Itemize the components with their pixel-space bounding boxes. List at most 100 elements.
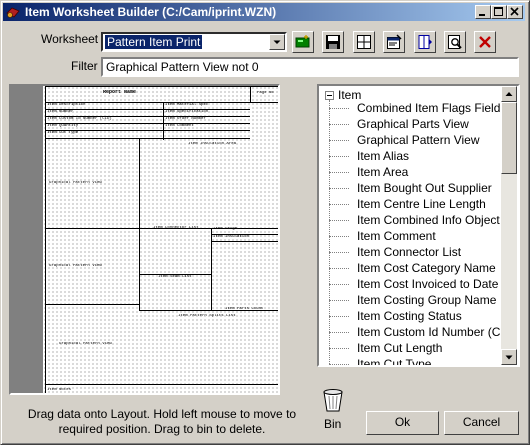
bin-icon[interactable] — [320, 387, 346, 413]
layout-field[interactable]: Item Insulation Area — [188, 142, 236, 147]
tree-item-label: Combined Item Flags Field — [357, 101, 501, 115]
minimize-button[interactable] — [475, 5, 491, 19]
minimize-icon — [479, 14, 485, 16]
tree-item-label: Item Cost Category Name — [357, 261, 496, 275]
print-preview-icon — [448, 35, 462, 49]
tree-item[interactable]: Item Costing Group Name — [329, 293, 496, 309]
tree-item-label: Graphical Parts View — [357, 117, 469, 131]
tree-scrollbar[interactable] — [501, 86, 517, 365]
tree-root-label: Item — [338, 88, 362, 102]
new-worksheet-icon — [295, 35, 310, 48]
delete-icon — [479, 36, 491, 48]
worksheet-label: Worksheet — [41, 32, 99, 46]
chevron-down-icon — [273, 40, 281, 44]
tree-item[interactable]: Item Bought Out Supplier — [329, 181, 492, 197]
title-bar[interactable]: Item Worksheet Builder (C:/Cam/iprint.WZ… — [3, 3, 525, 21]
scroll-down-button[interactable] — [501, 349, 517, 365]
app-icon — [6, 7, 20, 18]
layout-field[interactable]: Item Parts Count — [225, 307, 263, 312]
tree-item[interactable]: Item Costing Status — [329, 309, 462, 325]
layout-page-number[interactable]: Page No — [257, 91, 274, 96]
tree-item[interactable]: Item Custom Id Number (CID) — [329, 325, 516, 341]
window-title: Item Worksheet Builder (C:/Cam/iprint.WZ… — [25, 5, 277, 19]
collapse-icon[interactable] — [325, 91, 334, 101]
properties-button[interactable] — [383, 31, 405, 53]
tree-item-label: Item Area — [357, 165, 409, 179]
layout-field[interactable]: Graphical Pattern View — [49, 181, 102, 186]
tree-item[interactable]: Item Alias — [329, 149, 409, 165]
layout-canvas[interactable]: Report Name Page No Item Description Ite… — [9, 84, 280, 395]
tree-item-label: Item Bought Out Supplier — [357, 181, 492, 195]
bin-label: Bin — [324, 417, 342, 431]
layout-field[interactable]: Item Notes — [47, 388, 71, 393]
tree-item-label: Item Costing Status — [357, 309, 462, 323]
layout-field[interactable]: Graphical Pattern View — [59, 342, 112, 347]
maximize-icon — [494, 7, 503, 16]
layout-field[interactable]: Item Cut Type — [47, 131, 78, 136]
data-tree[interactable]: Item Combined Item Flags Field Graphical… — [317, 84, 520, 367]
tree-item[interactable]: Graphical Parts View — [329, 117, 469, 133]
columns-button[interactable] — [414, 31, 436, 53]
tree-item[interactable]: Graphical Pattern View — [329, 133, 480, 149]
tree-item-label: Item Connector List — [357, 245, 462, 259]
tree-item-label: Item Centre Line Length — [357, 197, 486, 211]
arrow-up-icon — [505, 92, 513, 96]
tree-root-item[interactable]: Item — [325, 88, 361, 102]
layout-field[interactable]: Item Specification — [165, 110, 208, 115]
help-text: Drag data onto Layout. Hold left mouse t… — [27, 407, 297, 436]
layout-field[interactable]: Graphical Pattern View — [49, 264, 102, 269]
layout-field[interactable]: Item Description — [47, 103, 85, 108]
layout-grid-icon — [357, 35, 371, 49]
tree-item[interactable]: Item Centre Line Length — [329, 197, 486, 213]
save-button[interactable] — [322, 31, 344, 53]
tree-item-label: Item Cut Type — [357, 357, 432, 367]
tree-item[interactable]: Item Cost Invoiced to Date — [329, 277, 498, 293]
layout-page[interactable]: Report Name Page No Item Description Ite… — [43, 86, 278, 393]
tree-item-label: Item Custom Id Number (CID) — [357, 325, 517, 339]
layout-grid-button[interactable] — [353, 31, 375, 53]
tree-item[interactable]: Item Combined Info Object — [329, 213, 500, 229]
layout-field[interactable]: Item Pattern Splits List — [178, 314, 236, 319]
arrow-down-icon — [505, 355, 513, 360]
layout-field[interactable]: Item Insulation — [213, 235, 249, 240]
tree-item[interactable]: Item Cut Length — [329, 341, 442, 357]
worksheet-select[interactable]: Pattern Item Print — [101, 32, 287, 52]
save-icon — [326, 35, 340, 49]
cancel-button[interactable]: Cancel — [444, 411, 519, 435]
tree-item-label: Item Costing Group Name — [357, 293, 497, 307]
print-preview-button[interactable] — [444, 31, 466, 53]
layout-field[interactable]: Item Seam List — [158, 275, 192, 280]
tree-item[interactable]: Item Connector List — [329, 245, 461, 261]
layout-field[interactable]: Item Gauge — [213, 227, 237, 232]
layout-field[interactable]: Item Quantity — [47, 124, 78, 129]
filter-label: Filter — [71, 59, 98, 73]
ok-button[interactable]: Ok — [366, 411, 439, 435]
scroll-up-button[interactable] — [501, 86, 517, 102]
new-worksheet-button[interactable] — [292, 31, 314, 53]
close-icon — [510, 7, 519, 16]
tree-item-label: Item Cost Invoiced to Date — [357, 277, 499, 291]
tree-item-label: Graphical Pattern View — [357, 133, 480, 147]
worksheet-selected-value: Pattern Item Print — [105, 35, 203, 49]
filter-input[interactable]: Graphical Pattern View not 0 — [101, 57, 519, 77]
tree-item[interactable]: Item Comment — [329, 229, 436, 245]
tree-item[interactable]: Item Cut Type — [329, 357, 432, 367]
scroll-thumb[interactable] — [501, 102, 517, 174]
tree-item[interactable]: Item Area — [329, 165, 408, 181]
tree-item[interactable]: Item Cost Category Name — [329, 261, 496, 277]
layout-field[interactable]: Item Connector List — [153, 226, 199, 231]
delete-button[interactable] — [474, 31, 496, 53]
layout-field[interactable]: Item Comment — [165, 124, 194, 129]
tree-item-label: Item Alias — [357, 149, 410, 163]
worksheet-dropdown-button[interactable] — [269, 34, 285, 50]
tree-item[interactable]: Combined Item Flags Field — [329, 101, 500, 117]
layout-field[interactable]: Item Number — [47, 110, 73, 115]
maximize-button[interactable] — [491, 5, 507, 19]
layout-field[interactable]: Item Custom Id Number (CID) — [47, 117, 112, 122]
tree-item-label: Item Comment — [357, 229, 436, 243]
close-button[interactable] — [507, 5, 523, 19]
tree-item-label: Item Cut Length — [357, 341, 443, 355]
layout-field[interactable]: Item Material Spec — [165, 103, 208, 108]
layout-report-title[interactable]: Report Name — [103, 90, 136, 95]
layout-field[interactable]: Item Order Number — [165, 117, 206, 122]
